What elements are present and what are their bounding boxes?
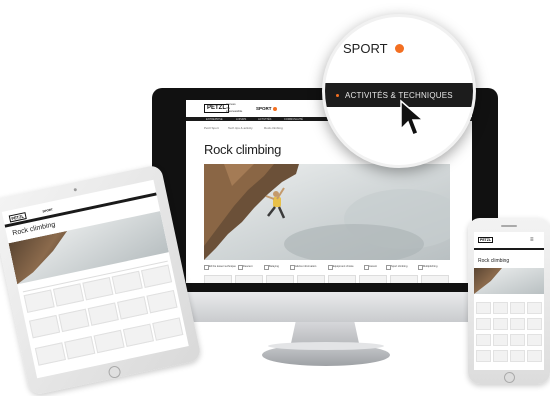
product-thumbnail[interactable] [476,334,491,346]
hero-image-climber [474,268,544,294]
product-thumbnail[interactable] [152,317,184,341]
product-thumbnail[interactable] [146,289,178,314]
nav-item-activites[interactable]: ACTIVITÉS [258,118,271,121]
phone-navbar [474,248,544,250]
desktop-monitor-chin [152,292,498,322]
product-thumbnail[interactable] [476,318,491,330]
mouse-cursor-icon [400,99,426,136]
breadcrumb-item[interactable]: Tech tips & activity [228,126,253,130]
filter-option[interactable]: Sport climbing [391,265,407,268]
product-thumbnail[interactable] [527,318,542,330]
filter-option[interactable]: Belaying [269,265,279,268]
product-thumbnail[interactable] [235,275,263,283]
product-thumbnail[interactable] [510,302,525,314]
product-thumbnail[interactable] [527,350,542,362]
product-thumbnail[interactable] [510,334,525,346]
filter-option[interactable]: Ell the lesser technique [209,265,236,268]
product-thumbnail[interactable] [476,302,491,314]
nav-sport-link[interactable]: SPORT [42,207,53,213]
product-thumbnail[interactable] [390,275,418,283]
product-thumbnail[interactable] [493,334,508,346]
breadcrumb-item: Rock climbing [264,126,283,130]
filter-option[interactable]: Equipment choice [333,265,354,268]
product-thumbnail[interactable] [493,302,508,314]
product-thumbnail[interactable] [29,314,61,339]
petzl-logo[interactable]: PETZL [478,237,494,243]
page-title: Rock climbing [478,258,510,264]
rock-shape [8,231,75,285]
product-thumbnail[interactable] [297,275,325,283]
product-thumbnail[interactable] [527,334,542,346]
filter-option[interactable]: Descent [243,265,253,268]
product-thumbnail[interactable] [23,289,55,313]
nav-item-entreprise[interactable]: ENTREPRISE [206,118,223,121]
magnified-sport-label[interactable]: SPORT [343,41,388,56]
brand-tagline: Access the inaccessible [226,102,243,114]
phone-screen: PETZL ≡ Rock climbing [474,232,544,370]
phone-device: PETZL ≡ Rock climbing [468,218,550,384]
breadcrumb-item[interactable]: Petzl Sport [204,126,219,130]
product-thumbnail[interactable] [421,275,449,283]
product-thumbnail[interactable] [64,336,96,360]
product-thumbnail[interactable] [52,283,85,307]
nav-sport-link[interactable]: SPORT [256,106,272,111]
product-thumbnail[interactable] [476,350,491,362]
climber-illustration [204,164,450,260]
product-thumbnail[interactable] [34,342,66,366]
filter-option[interactable]: Multipitching [423,265,437,268]
filter-bar: Ell the lesser technique Descent Belayin… [204,263,450,270]
filter-option[interactable]: Ascent [369,265,377,268]
sport-indicator-icon [395,44,404,53]
product-thumbnail[interactable] [111,270,143,295]
product-thumbnail[interactable] [58,308,90,333]
product-thumbnail[interactable] [266,275,294,283]
page-title: Rock climbing [204,142,282,157]
product-thumbnail[interactable] [87,302,119,326]
product-thumbnail[interactable] [82,276,114,301]
phone-home-button[interactable] [504,372,515,383]
menu-icon[interactable]: ≡ [530,237,534,243]
nav-item-loisirs[interactable]: LOISIRS [236,118,246,121]
phone-speaker [501,225,517,227]
menu-bullet-icon [336,94,339,97]
rock-shape [474,268,502,294]
product-thumbnail[interactable] [493,350,508,362]
product-thumbnails [204,275,450,283]
filter-option[interactable]: Advice information [295,265,316,268]
product-thumbnail[interactable] [204,275,232,283]
product-thumbnail[interactable] [527,302,542,314]
product-thumbnail[interactable] [510,318,525,330]
hero-image-climber [204,164,450,260]
product-thumbnail[interactable] [328,275,356,283]
product-thumbnail[interactable] [93,329,125,354]
product-thumbnail[interactable] [493,318,508,330]
product-thumbnail[interactable] [122,323,154,347]
tagline-line-3: inaccessible [226,109,243,113]
product-thumbnail[interactable] [117,296,149,320]
product-thumbnail[interactable] [510,350,525,362]
desktop-monitor-base-top [268,342,384,350]
product-thumbnail[interactable] [140,264,173,288]
magnifier-callout: SPORT ACTIVITÉS & TECHNIQUES [322,14,476,168]
product-thumbnail[interactable] [359,275,387,283]
sport-indicator-icon [273,107,277,111]
nav-item-communaute[interactable]: COMMUNAUTÉ [284,118,303,121]
